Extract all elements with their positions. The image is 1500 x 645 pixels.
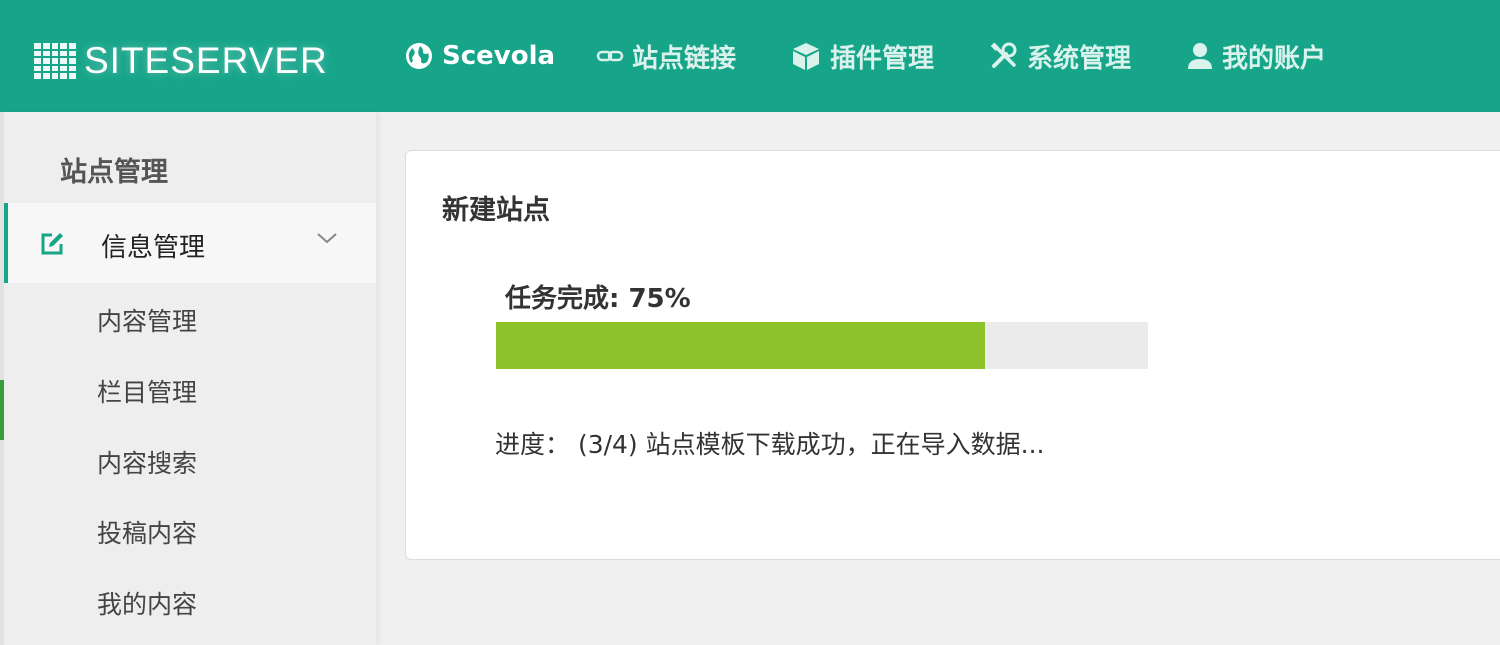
- chevron-down-icon: [317, 233, 337, 244]
- card-title: 新建站点: [442, 195, 550, 226]
- tools-icon: [990, 42, 1017, 68]
- sidebar-group-info-management[interactable]: 信息管理: [4, 203, 376, 283]
- nav-item-label: 插件管理: [830, 43, 935, 74]
- nav-item-site-links[interactable]: 站点链接: [596, 36, 736, 76]
- sidebar-group-label: 信息管理: [101, 233, 206, 263]
- nav-item-label: 站点链接: [632, 43, 737, 74]
- task-progress-label: 任务完成: 75%: [505, 284, 691, 314]
- cube-icon: [793, 43, 819, 70]
- sidebar-item-my-content[interactable]: 我的内容: [97, 585, 197, 621]
- nav-item-label: 系统管理: [1027, 43, 1132, 74]
- nav-item-site[interactable]: Scevola: [404, 36, 555, 76]
- logo-grid-icon: [34, 43, 76, 79]
- progress-bar-fill: [496, 322, 985, 369]
- sidebar-item-submissions[interactable]: 投稿内容: [97, 514, 197, 550]
- globe-icon: [406, 43, 432, 69]
- link-icon: [596, 50, 624, 62]
- progress-bar: [496, 322, 1148, 369]
- progress-status-text: 进度： (3/4) 站点模板下载成功，正在导入数据...: [495, 430, 1045, 459]
- sidebar-item-content-management[interactable]: 内容管理: [97, 302, 197, 338]
- nav-item-system[interactable]: 系统管理: [989, 36, 1131, 76]
- sidebar-item-content-search[interactable]: 内容搜索: [97, 444, 197, 480]
- brand-name: SITESERVER: [84, 40, 328, 81]
- brand-logo[interactable]: SITESERVER: [34, 40, 328, 82]
- sidebar-item-channel-management[interactable]: 栏目管理: [97, 373, 197, 409]
- edit-icon: [41, 233, 63, 255]
- user-icon: [1188, 43, 1212, 69]
- nav-item-account[interactable]: 我的账户: [1186, 36, 1326, 76]
- nav-item-label: Scevola: [442, 41, 556, 71]
- nav-item-plugins[interactable]: 插件管理: [790, 36, 934, 76]
- sidebar-title: 站点管理: [60, 157, 168, 188]
- nav-item-label: 我的账户: [1222, 43, 1327, 74]
